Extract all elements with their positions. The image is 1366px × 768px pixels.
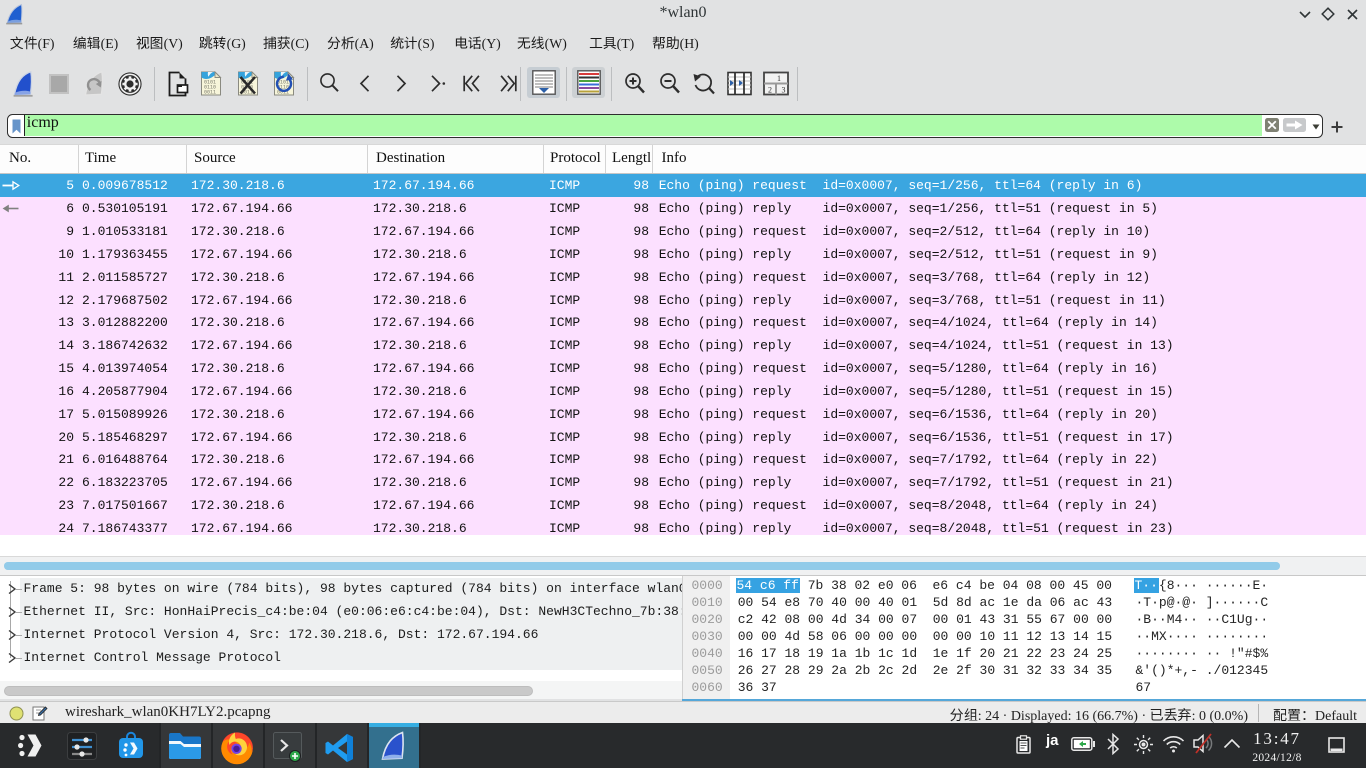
svg-text:1: 1 xyxy=(777,74,781,83)
svg-text:2: 2 xyxy=(768,86,772,95)
svg-text:0011: 0011 xyxy=(204,90,216,96)
svg-text:3: 3 xyxy=(782,86,786,95)
